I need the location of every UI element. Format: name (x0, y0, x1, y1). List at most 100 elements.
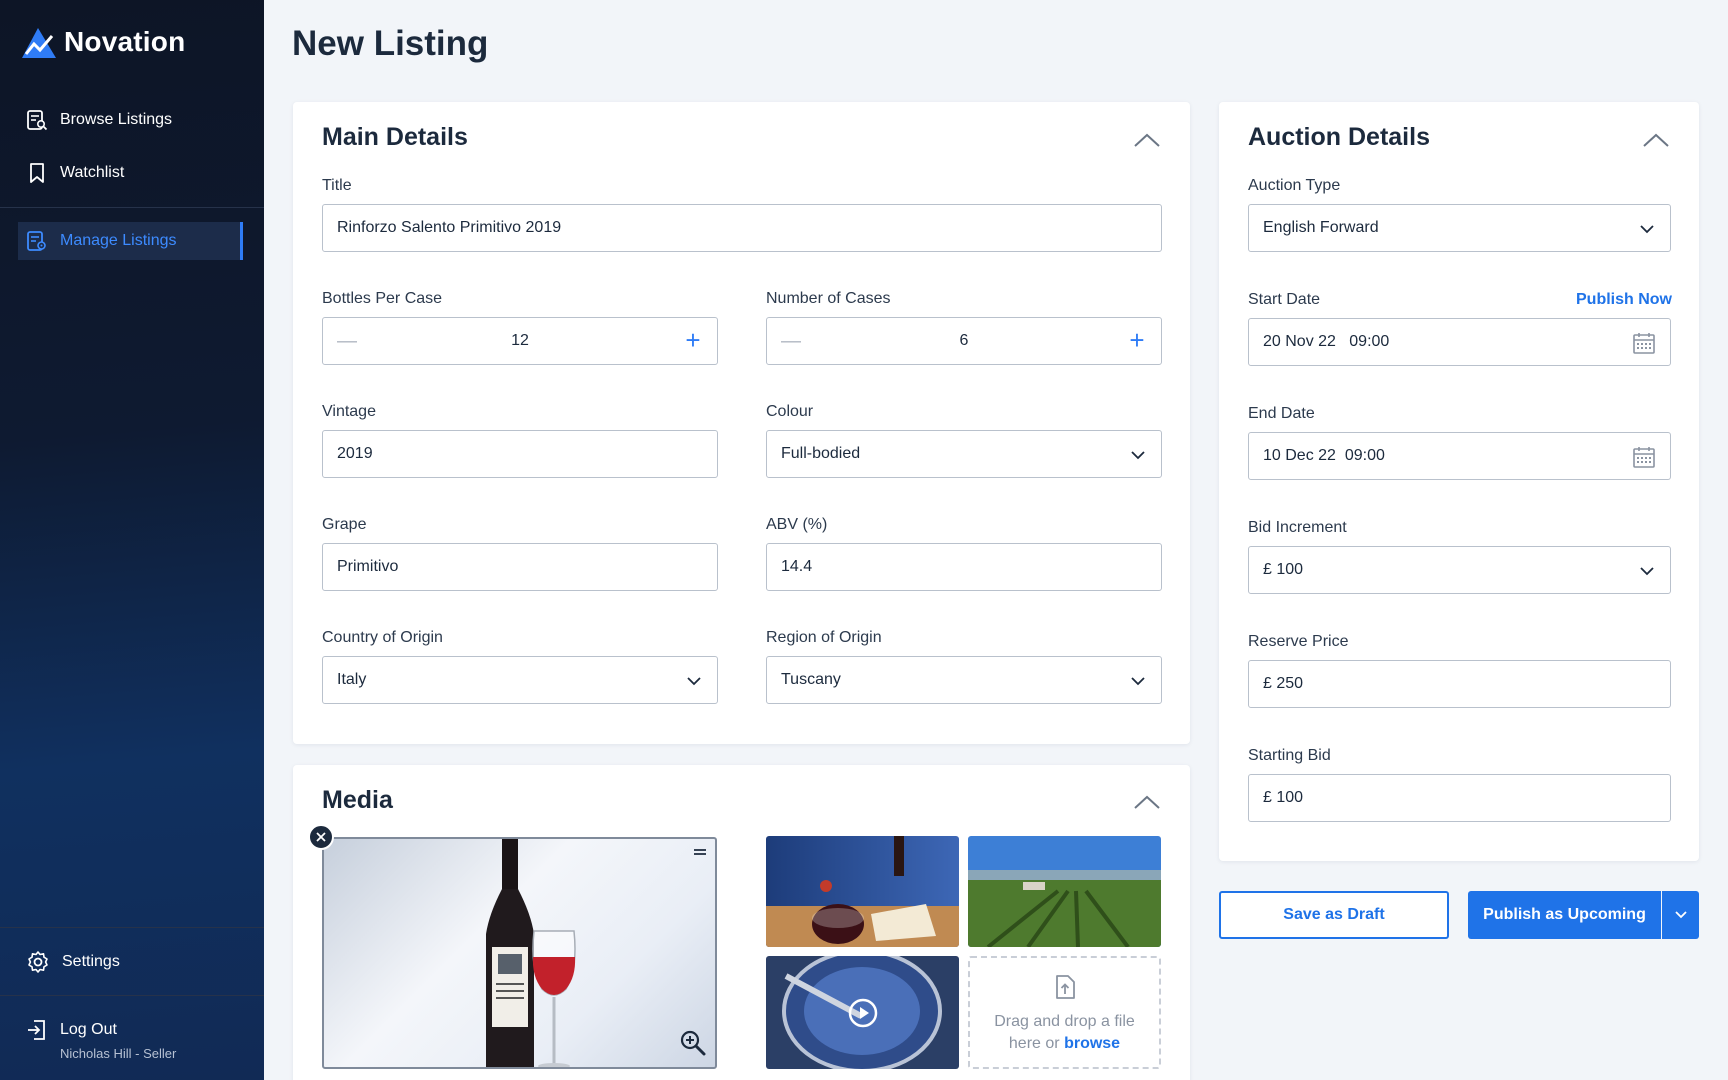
sidebar-item-label: Settings (62, 953, 120, 970)
sidebar-item-label: Browse Listings (60, 111, 173, 128)
main-details-title: Main Details (322, 123, 468, 151)
media-title: Media (322, 786, 393, 814)
region-select[interactable]: Tuscany (766, 656, 1162, 704)
play-icon[interactable] (848, 998, 878, 1028)
number-of-cases-value: 6 (959, 332, 969, 349)
sidebar-item-label: Watchlist (60, 164, 125, 181)
end-date-label: End Date (1248, 405, 1315, 422)
publish-upcoming-button[interactable]: Publish as Upcoming (1468, 891, 1661, 939)
bookmark-icon (30, 163, 44, 183)
browse-listings-icon (27, 110, 48, 131)
sidebar-divider (0, 207, 264, 208)
vineyard-image (968, 836, 1161, 947)
grape-input[interactable] (322, 543, 718, 591)
media-main-image[interactable] (322, 837, 717, 1069)
sidebar-divider (0, 995, 264, 996)
grape-label: Grape (322, 516, 367, 533)
reserve-price-label: Reserve Price (1248, 633, 1349, 650)
bottles-per-case-label: Bottles Per Case (322, 290, 443, 307)
plus-button[interactable]: + (681, 327, 705, 354)
logout-icon (28, 1020, 45, 1040)
vintage-label: Vintage (322, 403, 376, 420)
manage-listings-icon (27, 231, 46, 251)
remove-media-button[interactable] (308, 824, 334, 850)
start-date-label: Start Date (1248, 291, 1321, 308)
bottles-per-case-stepper[interactable]: — 12 + (322, 317, 718, 365)
sidebar-item-settings[interactable]: Settings (18, 943, 243, 981)
publish-now-link[interactable]: Publish Now (1576, 291, 1672, 309)
region-label: Region of Origin (766, 629, 882, 646)
starting-bid-label: Starting Bid (1248, 747, 1331, 764)
file-upload-icon (1055, 975, 1075, 999)
vintage-input[interactable] (322, 430, 718, 478)
country-select[interactable]: Italy (322, 656, 718, 704)
starting-bid-input[interactable] (1248, 774, 1671, 822)
abv-input[interactable] (766, 543, 1162, 591)
title-label: Title (322, 177, 352, 194)
sidebar-item-browse-listings[interactable]: Browse Listings (18, 101, 243, 139)
colour-label: Colour (766, 403, 814, 420)
bid-increment-label: Bid Increment (1248, 519, 1347, 536)
start-date-picker[interactable]: 20 Nov 22 09:00 (1248, 318, 1671, 366)
logo[interactable]: Novation (20, 24, 185, 60)
page-title: New Listing (292, 24, 489, 63)
bid-increment-value: £ 100 (1263, 561, 1304, 578)
sidebar-item-label: Log Out (60, 1021, 117, 1038)
auction-type-select[interactable]: English Forward (1248, 204, 1671, 252)
calendar-icon[interactable] (1632, 331, 1656, 355)
media-thumbnail-wine-pour[interactable] (766, 836, 959, 947)
country-value: Italy (337, 671, 367, 688)
chevron-down-icon (1674, 911, 1687, 919)
media-thumbnail-vineyard[interactable] (968, 836, 1161, 947)
start-date-value: 20 Nov 22 09:00 (1263, 333, 1390, 350)
file-dropzone[interactable]: Drag and drop a file here or browse (968, 956, 1161, 1069)
main-details-card (293, 102, 1190, 744)
browse-link[interactable]: browse (1064, 1035, 1120, 1052)
chevron-down-icon (1640, 225, 1654, 234)
auction-type-value: English Forward (1263, 219, 1379, 236)
media-thumbnail-video[interactable] (766, 956, 959, 1069)
chevron-up-icon[interactable] (1132, 792, 1162, 812)
auction-type-label: Auction Type (1248, 177, 1341, 194)
abv-label: ABV (%) (766, 516, 828, 533)
number-of-cases-stepper[interactable]: — 6 + (766, 317, 1162, 365)
zoom-in-icon[interactable] (679, 1029, 707, 1057)
wine-pour-image (766, 836, 959, 947)
end-date-picker[interactable]: 10 Dec 22 09:00 (1248, 432, 1671, 480)
bid-increment-select[interactable]: £ 100 (1248, 546, 1671, 594)
reserve-price-input[interactable] (1248, 660, 1671, 708)
sidebar-item-label: Manage Listings (60, 232, 177, 249)
colour-select[interactable]: Full-bodied (766, 430, 1162, 478)
publish-options-button[interactable] (1662, 891, 1699, 939)
app-name: Novation (64, 26, 186, 57)
chevron-down-icon (1131, 451, 1145, 460)
chevron-down-icon (1640, 567, 1654, 576)
colour-value: Full-bodied (781, 445, 861, 462)
mountain-logo-icon (22, 28, 56, 58)
chevron-up-icon[interactable] (1132, 130, 1162, 150)
chevron-down-icon (1131, 677, 1145, 686)
drag-handle-icon[interactable] (693, 847, 707, 857)
minus-button[interactable]: — (335, 330, 359, 354)
chevron-down-icon (687, 677, 701, 686)
sidebar-item-manage-listings[interactable]: Manage Listings (18, 222, 243, 260)
number-of-cases-label: Number of Cases (766, 290, 891, 307)
calendar-icon[interactable] (1632, 445, 1656, 469)
sidebar-item-watchlist[interactable]: Watchlist (18, 154, 243, 192)
title-input[interactable] (322, 204, 1162, 252)
sidebar-divider (0, 927, 264, 928)
save-draft-button[interactable]: Save as Draft (1219, 891, 1449, 939)
wine-bottle-image (486, 839, 576, 1067)
auction-details-title: Auction Details (1248, 123, 1430, 151)
close-icon (316, 832, 326, 842)
chevron-up-icon[interactable] (1641, 130, 1671, 150)
logout-button[interactable]: Log Out (18, 1011, 243, 1049)
user-name: Nicholas Hill - Seller (60, 1046, 177, 1061)
region-value: Tuscany (781, 671, 841, 688)
plus-button[interactable]: + (1125, 327, 1149, 354)
country-label: Country of Origin (322, 629, 443, 646)
bottles-per-case-value: 12 (511, 332, 529, 349)
gear-icon (28, 951, 48, 973)
sidebar: Novation Browse Listings Watchlist Manag… (0, 0, 264, 1080)
minus-button[interactable]: — (779, 330, 803, 354)
